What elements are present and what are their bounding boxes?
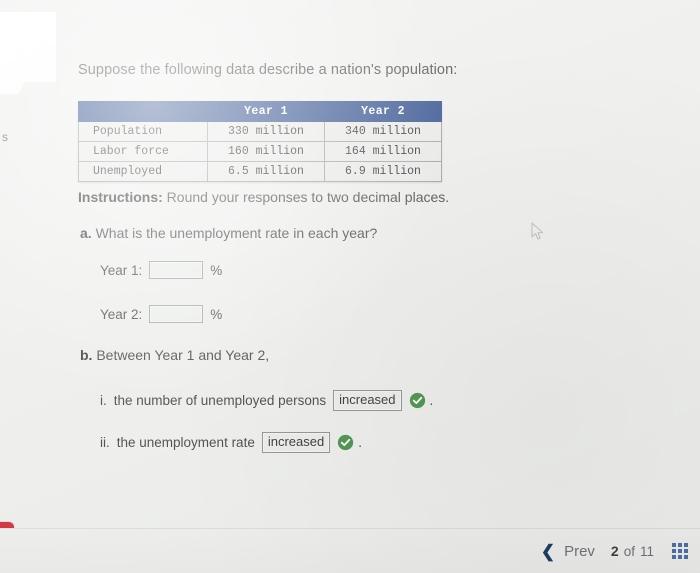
grid-cell [672,549,676,553]
row-label-unemployed: Unemployed [78,161,208,182]
cell-labor-force-year2: 164 million [324,141,442,162]
check-circle-icon [409,392,425,409]
instructions-text: Round your responses to two decimal plac… [162,189,450,205]
grid-cell [678,549,682,553]
answer-unit-year-2: % [210,306,223,322]
grid-cell [684,549,688,553]
table-body: Population 330 million 340 million Labor… [78,121,442,182]
answer-input-year-2[interactable] [149,305,204,323]
question-part-b: b. Between Year 1 and Year 2, [80,347,269,363]
table-corner-header [78,101,208,122]
instructions-line: Instructions: Round your responses to tw… [78,189,449,205]
page-of-label: of [623,544,635,559]
paper-texture-overlay [0,0,700,573]
part-b-item-ii-text: the unemployment rate [116,435,255,450]
grid-cell [672,555,676,559]
part-b-marker: b. [80,347,93,363]
instructions-label: Instructions: [78,189,163,205]
cell-population-year2: 340 million [324,121,442,142]
table-row: Unemployed 6.5 million 6.9 million [78,161,442,182]
dropdown-unemployed-persons[interactable]: increased [333,390,402,411]
table-head: Year 1 Year 2 [78,101,442,122]
row-label-labor-force: Labor force [78,141,208,162]
part-b-item-ii: ii. the unemployment rate increased . [100,432,362,453]
left-edge-text-fragment: s [2,130,8,144]
answer-row-year-2: Year 2: % [100,305,222,323]
table-header-row: Year 1 Year 2 [78,101,442,122]
part-b-item-ii-marker: ii. [100,435,110,450]
table-row: Population 330 million 340 million [78,121,442,142]
grid-cell [678,555,682,559]
part-a-text: What is the unemployment rate in each ye… [91,225,378,241]
answer-row-year-1: Year 1: % [100,261,222,279]
table-row: Labor force 160 million 164 million [78,141,442,162]
question-part-a: a. What is the unemployment rate in each… [80,225,377,241]
answer-label-year-2: Year 2: [100,306,143,322]
answer-input-year-1[interactable] [149,261,204,279]
part-b-item-ii-period: . [358,435,362,450]
part-a-marker: a. [80,225,92,241]
page-current: 2 [610,543,619,559]
part-b-item-i-text: the number of unemployed persons [113,393,327,408]
mouse-cursor-icon [531,222,544,240]
part-b-item-i: i. the number of unemployed persons incr… [100,390,433,411]
part-b-text: Between Year 1 and Year 2, [92,347,270,363]
question-prompt: Suppose the following data describe a na… [78,62,458,78]
cell-unemployed-year2: 6.9 million [324,161,442,182]
page-edge-white-overlay [0,12,56,82]
column-header-year-2: Year 2 [324,101,442,122]
grid-cell [672,543,676,547]
prev-button-label: Prev [564,542,595,560]
check-circle-icon [338,434,354,451]
population-data-table: Year 1 Year 2 Population 330 million 340… [78,101,442,182]
cell-labor-force-year1: 160 million [207,141,325,162]
grid-cell [678,543,682,547]
grid-cell [684,543,688,547]
page-indicator: 2 of 11 [611,543,654,559]
prev-button[interactable]: ❮ Prev [541,543,595,560]
chevron-left-icon: ❮ [540,541,556,561]
part-b-item-i-period: . [429,393,434,408]
column-header-year-1: Year 1 [207,101,325,122]
bottom-navigation-bar: ❮ Prev 2 of 11 [0,528,700,573]
row-label-population: Population [78,121,208,142]
part-b-item-i-marker: i. [100,393,107,408]
cell-population-year1: 330 million [207,121,325,142]
grid-menu-icon[interactable] [672,543,688,559]
grid-cell [684,555,688,559]
dropdown-unemployment-rate[interactable]: increased [261,432,331,453]
page-total: 11 [639,544,654,559]
cell-unemployed-year1: 6.5 million [207,161,325,182]
answer-unit-year-1: % [210,262,223,278]
answer-label-year-1: Year 1: [100,262,143,278]
